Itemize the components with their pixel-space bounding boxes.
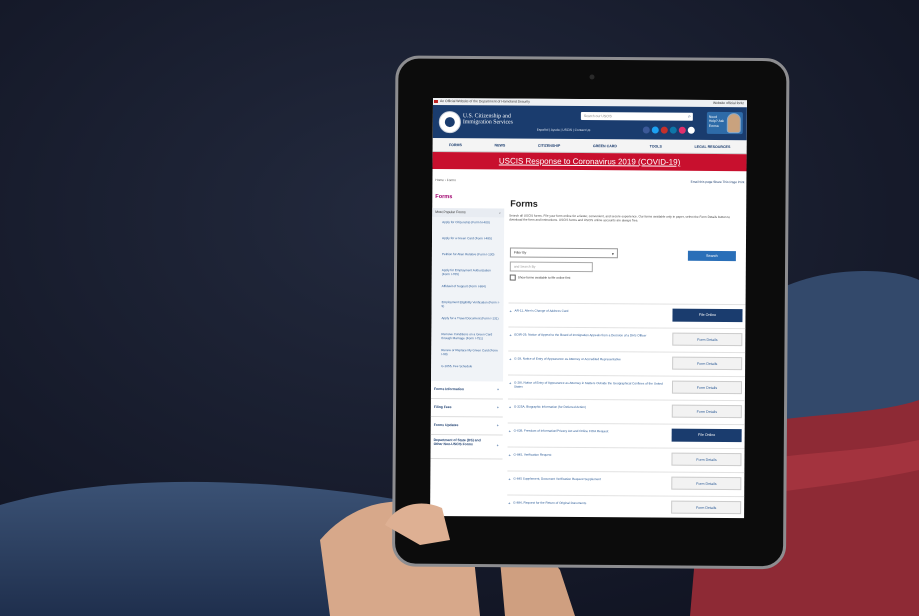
most-popular-toggle[interactable]: Most Popular Forms ⌄	[432, 207, 505, 218]
emma-avatar	[726, 113, 741, 134]
breadcrumb[interactable]: Home › Forms	[435, 178, 455, 182]
form-link[interactable]: G-845 Supplement, Document Verification …	[513, 477, 663, 482]
form-link[interactable]: G-884, Request for the Return of Origina…	[513, 501, 663, 506]
list-item: + G-28I, Notice of Entry of Appearance as…	[507, 374, 746, 401]
file-online-button[interactable]: File Online	[671, 428, 742, 443]
keyword-input[interactable]: and Search By	[509, 261, 593, 273]
checkbox-box[interactable]	[509, 274, 516, 281]
forms-list: + AR-11, Alien's Change of Address Card Fi…	[507, 302, 746, 519]
nav-green-card[interactable]: GREEN CARD	[593, 144, 617, 148]
sidebar-item[interactable]: Apply for a Green Card (Form I-485)	[432, 235, 504, 252]
form-details-button[interactable]: Form Details	[671, 500, 742, 515]
list-item: + EOIR-29, Notice of Appeal to the Board …	[508, 326, 746, 353]
nav-news[interactable]: NEWS	[495, 143, 506, 147]
plus-icon: +	[496, 405, 499, 410]
social-icons	[642, 126, 695, 134]
form-details-button[interactable]: Form Details	[671, 452, 742, 467]
form-details-button[interactable]: Form Details	[672, 332, 743, 347]
form-link[interactable]: G-28, Notice of Entry of Appearance as A…	[514, 357, 664, 362]
search-input[interactable]: Search our USCIS ⌕	[580, 112, 693, 121]
nav-legal-resources[interactable]: LEGAL RESOURCES	[694, 144, 730, 148]
list-item: + G-845 Supplement, Document Verification…	[507, 470, 745, 497]
sidebar-item[interactable]: Employment Eligibility Verification (For…	[431, 299, 503, 316]
form-link[interactable]: AR-11, Alien's Change of Address Card	[515, 309, 665, 314]
plus-icon: +	[496, 423, 499, 428]
covid-alert-banner[interactable]: USCIS Response to Coronavirus 2019 (COVI…	[432, 151, 747, 172]
plus-icon: +	[496, 387, 499, 392]
sidebar-section[interactable]: Department of State (DS) and Other Non-U…	[430, 434, 503, 460]
sidebar-item[interactable]: G-1055, Fee Schedule	[431, 363, 503, 380]
dropdown-arrow-icon: ▾	[611, 251, 614, 257]
linkedin-icon[interactable]	[669, 126, 677, 134]
search-button[interactable]: Search	[687, 250, 736, 262]
sidebar: Forms Most Popular Forms ⌄ Apply for Citi…	[430, 194, 505, 460]
form-details-button[interactable]: Form Details	[672, 356, 743, 371]
help-text: Need Help? Ask Emma	[708, 114, 725, 128]
header-links[interactable]: Español | Ayuda | USCIS | Contact Us	[537, 128, 591, 132]
expand-icon[interactable]: +	[509, 333, 511, 338]
main-content: Forms Search all USCIS forms. File your …	[507, 195, 746, 519]
expand-icon[interactable]: +	[509, 357, 511, 362]
nav-forms[interactable]: FORMS	[449, 143, 462, 147]
expand-icon[interactable]: +	[508, 501, 510, 506]
photo-scene: An Official Website of the Department of…	[0, 0, 919, 616]
twitter-icon[interactable]	[651, 126, 659, 134]
gov-banner-text: An Official Website of the Department of…	[439, 99, 530, 104]
list-item: + G-845, Verification Request Form Details	[507, 446, 745, 473]
dhs-seal-icon	[438, 111, 461, 134]
expand-icon[interactable]: +	[509, 309, 511, 314]
expand-icon[interactable]: +	[509, 381, 511, 386]
form-link[interactable]: G-639, Freedom of Information/Privacy Ac…	[514, 429, 664, 434]
sidebar-section[interactable]: Forms Updates +	[430, 416, 503, 436]
expand-icon[interactable]: +	[508, 453, 510, 458]
nav-citizenship[interactable]: CITIZENSHIP	[538, 143, 560, 147]
instagram-icon[interactable]	[678, 126, 686, 134]
site-header: U.S. Citizenship and Immigration Service…	[432, 104, 747, 141]
popular-forms-list: Apply for Citizenship (Form N-400) Apply…	[431, 216, 505, 382]
intro-text: Search all USCIS forms. File your form o…	[509, 213, 730, 223]
sidebar-item[interactable]: Renew or Replace My Green Card (Form I-9…	[431, 347, 503, 364]
file-online-button[interactable]: File Online	[672, 308, 743, 323]
sidebar-item[interactable]: Affidavit of Support (Form I-864)	[432, 283, 504, 300]
sidebar-section[interactable]: Filing Fees +	[430, 398, 503, 418]
form-link[interactable]: EOIR-29, Notice of Appeal to the Board o…	[514, 333, 664, 338]
form-details-button[interactable]: Form Details	[671, 476, 742, 491]
us-flag-icon	[433, 100, 438, 104]
email-icon[interactable]	[687, 126, 695, 134]
page-utilities[interactable]: Email this page Share This Page Print	[691, 180, 745, 184]
list-item: + G-639, Freedom of Information/Privacy A…	[507, 422, 745, 449]
filter-select[interactable]: Filter By ▾	[509, 247, 618, 259]
sidebar-title: Forms	[435, 194, 453, 201]
sidebar-section[interactable]: Forms Information +	[430, 380, 504, 400]
nav-tools[interactable]: TOOLS	[650, 144, 662, 148]
sidebar-item[interactable]: Petition for Alien Relative (Form I-130)	[432, 251, 504, 268]
search-icon[interactable]: ⌕	[688, 114, 691, 120]
chevron-down-icon: ⌄	[498, 210, 502, 215]
brand-title[interactable]: U.S. Citizenship and Immigration Service…	[463, 113, 523, 125]
list-item: + G-28, Notice of Entry of Appearance as …	[508, 350, 746, 377]
sidebar-item[interactable]: Apply for a Travel Document (Form I-131)	[431, 315, 503, 332]
form-details-button[interactable]: Form Details	[671, 404, 742, 419]
plus-icon: +	[496, 443, 499, 448]
facebook-icon[interactable]	[642, 126, 650, 134]
form-link[interactable]: G-845, Verification Request	[513, 453, 663, 458]
sidebar-item[interactable]: Apply for Citizenship (Form N-400)	[432, 219, 504, 236]
form-details-button[interactable]: Form Details	[671, 380, 743, 395]
list-item: + G-884, Request for the Return of Origin…	[507, 494, 745, 519]
youtube-icon[interactable]	[660, 126, 668, 134]
sidebar-item[interactable]: Remove Conditions on a Green Card throug…	[431, 331, 503, 348]
expand-icon[interactable]: +	[509, 405, 511, 410]
expand-icon[interactable]: +	[509, 429, 511, 434]
form-link[interactable]: G-28I, Notice of Entry of Appearance as …	[514, 381, 664, 390]
list-item: + AR-11, Alien's Change of Address Card Fi…	[508, 302, 746, 329]
tablet-screen: An Official Website of the Department of…	[430, 98, 747, 519]
page-title: Forms	[510, 198, 538, 209]
sidebar-item[interactable]: Apply for Employment Authorization (Form…	[432, 267, 504, 284]
online-first-checkbox[interactable]: Show forms available to file online firs…	[509, 274, 571, 281]
form-link[interactable]: G-325A, Biographic Information (for Defe…	[514, 405, 664, 410]
expand-icon[interactable]: +	[508, 477, 510, 482]
list-item: + G-325A, Biographic Information (for Def…	[507, 398, 745, 425]
ask-emma-button[interactable]: Need Help? Ask Emma	[706, 111, 743, 135]
